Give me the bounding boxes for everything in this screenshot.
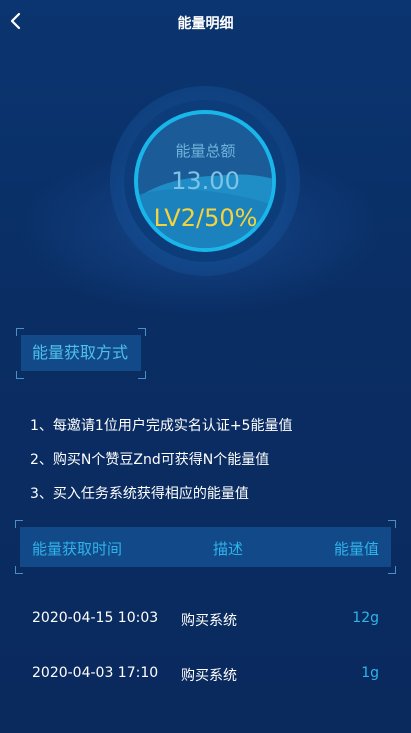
row-energy-value: 1g xyxy=(361,665,379,681)
table-header: 能量获取时间 描述 能量值 xyxy=(15,520,396,574)
energy-level: LV2/50% xyxy=(153,204,258,232)
row-time: 2020-04-15 10:03 xyxy=(32,610,159,626)
methods-rules-list: 1、每邀请1位用户完成实名认证+5能量值 2、购买N个赞豆Znd可获得N个能量值… xyxy=(30,415,400,517)
rule-item: 3、买入任务系统获得相应的能量值 xyxy=(30,486,249,502)
header-energy-value: 能量值 xyxy=(333,540,379,558)
page-title: 能量明细 xyxy=(177,16,234,32)
table-row: 2020-04-03 17:10 购买系统 1g xyxy=(0,665,411,695)
frame-corner xyxy=(388,566,396,574)
header-description: 描述 xyxy=(213,540,244,558)
rule-item: 2、购买N个赞豆Znd可获得N个能量值 xyxy=(30,452,270,468)
header-time: 能量获取时间 xyxy=(32,540,123,558)
energy-total-value: 13.00 xyxy=(171,167,240,195)
row-time: 2020-04-03 17:10 xyxy=(32,665,159,681)
frame-corner xyxy=(16,371,24,379)
frame-corner xyxy=(15,566,23,574)
frame-corner xyxy=(138,371,146,379)
rule-item: 1、每邀请1位用户完成实名认证+5能量值 xyxy=(30,418,293,434)
energy-total-label: 能量总额 xyxy=(175,142,236,160)
top-bar: 能量明细 xyxy=(0,0,411,44)
methods-title: 能量获取方式 xyxy=(21,335,141,371)
row-description: 购买系统 xyxy=(181,613,237,629)
row-description: 购买系统 xyxy=(181,668,237,684)
table-row: 2020-04-15 10:03 购买系统 12g xyxy=(0,610,411,640)
row-energy-value: 12g xyxy=(352,610,379,626)
methods-section-header: 能量获取方式 xyxy=(16,328,146,379)
